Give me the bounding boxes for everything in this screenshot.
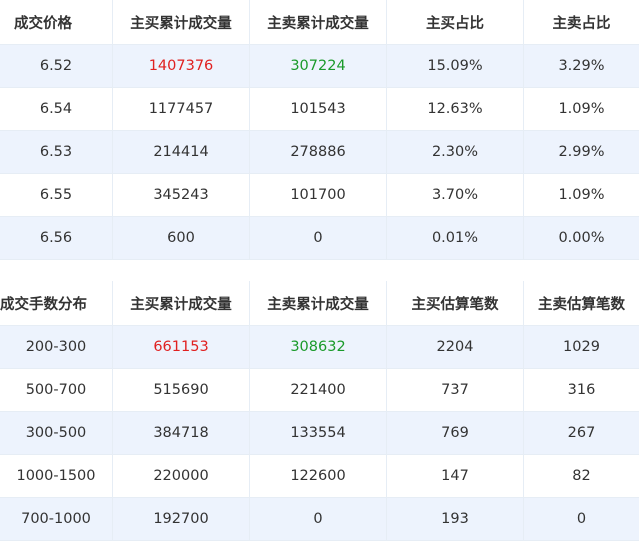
price-distribution-table: 成交价格 主买累计成交量 主卖累计成交量 主买占比 主卖占比 6.52 1407… — [0, 0, 639, 260]
buy-ratio-cell: 3.70% — [387, 174, 524, 216]
buy-volume-cell: 214414 — [113, 131, 250, 173]
sell-volume-cell: 0 — [250, 498, 387, 540]
header-buy-volume[interactable]: 主买累计成交量 — [113, 0, 250, 44]
header-sell-count[interactable]: 主卖估算笔数 — [524, 281, 639, 325]
buy-volume-cell: 220000 — [113, 455, 250, 497]
sell-volume-cell: 101543 — [250, 88, 387, 130]
header-sell-volume[interactable]: 主卖累计成交量 — [250, 0, 387, 44]
lot-size-distribution-table: 成交手数分布 主买累计成交量 主卖累计成交量 主买估算笔数 主卖估算笔数 200… — [0, 281, 639, 541]
buy-count-cell: 193 — [387, 498, 524, 540]
table-row: 300-500 384718 133554 769 267 — [0, 412, 639, 455]
sell-ratio-cell: 0.00% — [558, 230, 605, 246]
buy-volume-cell: 1407376 — [113, 45, 250, 87]
buy-volume-cell: 345243 — [113, 174, 250, 216]
buy-volume-cell: 1177457 — [113, 88, 250, 130]
table-row: 200-300 661153 308632 2204 1029 — [0, 326, 639, 369]
buy-volume-cell: 384718 — [113, 412, 250, 454]
table-row: 1000-1500 220000 122600 147 82 — [0, 455, 639, 498]
buy-count-cell: 737 — [387, 369, 524, 411]
header-buy-count[interactable]: 主买估算笔数 — [387, 281, 524, 325]
buy-ratio-cell: 12.63% — [387, 88, 524, 130]
table-header-row: 成交手数分布 主买累计成交量 主卖累计成交量 主买估算笔数 主卖估算笔数 — [0, 281, 639, 326]
table-row: 6.52 1407376 307224 15.09% 3.29% — [0, 45, 639, 88]
sell-ratio-cell: 1.09% — [558, 187, 605, 203]
sell-volume-cell: 0 — [250, 217, 387, 259]
price-cell: 6.56 — [0, 217, 113, 259]
sell-volume-cell: 307224 — [250, 45, 387, 87]
price-cell: 6.54 — [0, 88, 113, 130]
sell-volume-cell: 278886 — [250, 131, 387, 173]
sell-count-cell: 0 — [576, 511, 587, 527]
table-row: 6.55 345243 101700 3.70% 1.09% — [0, 174, 639, 217]
table-row: 500-700 515690 221400 737 316 — [0, 369, 639, 412]
sell-volume-cell: 133554 — [250, 412, 387, 454]
sell-count-cell: 82 — [572, 468, 591, 484]
table-row: 6.54 1177457 101543 12.63% 1.09% — [0, 88, 639, 131]
sell-ratio-cell: 1.09% — [558, 101, 605, 117]
sell-count-cell: 267 — [567, 425, 596, 441]
lot-range-cell: 300-500 — [0, 412, 113, 454]
buy-count-cell: 147 — [387, 455, 524, 497]
sell-ratio-cell: 2.99% — [558, 144, 605, 160]
lot-range-cell: 200-300 — [0, 326, 113, 368]
header-trade-price[interactable]: 成交价格 — [0, 0, 113, 44]
table-row: 700-1000 192700 0 193 0 — [0, 498, 639, 541]
price-cell: 6.55 — [0, 174, 113, 216]
buy-volume-cell: 515690 — [113, 369, 250, 411]
price-cell: 6.52 — [0, 45, 113, 87]
buy-count-cell: 769 — [387, 412, 524, 454]
sell-volume-cell: 308632 — [250, 326, 387, 368]
buy-volume-cell: 192700 — [113, 498, 250, 540]
sell-ratio-cell: 3.29% — [558, 58, 605, 74]
sell-count-cell: 316 — [567, 382, 596, 398]
sell-volume-cell: 221400 — [250, 369, 387, 411]
buy-ratio-cell: 0.01% — [387, 217, 524, 259]
buy-count-cell: 2204 — [387, 326, 524, 368]
lot-range-cell: 700-1000 — [0, 498, 113, 540]
table-header-row: 成交价格 主买累计成交量 主卖累计成交量 主买占比 主卖占比 — [0, 0, 639, 45]
table-row: 6.56 600 0 0.01% 0.00% — [0, 217, 639, 260]
header-buy-volume[interactable]: 主买累计成交量 — [113, 281, 250, 325]
buy-volume-cell: 600 — [113, 217, 250, 259]
buy-volume-cell: 661153 — [113, 326, 250, 368]
price-cell: 6.53 — [0, 131, 113, 173]
buy-ratio-cell: 15.09% — [387, 45, 524, 87]
buy-ratio-cell: 2.30% — [387, 131, 524, 173]
header-lot-distribution[interactable]: 成交手数分布 — [0, 281, 113, 325]
table-row: 6.53 214414 278886 2.30% 2.99% — [0, 131, 639, 174]
header-sell-ratio[interactable]: 主卖占比 — [524, 0, 639, 44]
sell-volume-cell: 122600 — [250, 455, 387, 497]
lot-range-cell: 1000-1500 — [0, 455, 113, 497]
header-sell-volume[interactable]: 主卖累计成交量 — [250, 281, 387, 325]
sell-volume-cell: 101700 — [250, 174, 387, 216]
lot-range-cell: 500-700 — [0, 369, 113, 411]
sell-count-cell: 1029 — [563, 339, 600, 355]
header-buy-ratio[interactable]: 主买占比 — [387, 0, 524, 44]
